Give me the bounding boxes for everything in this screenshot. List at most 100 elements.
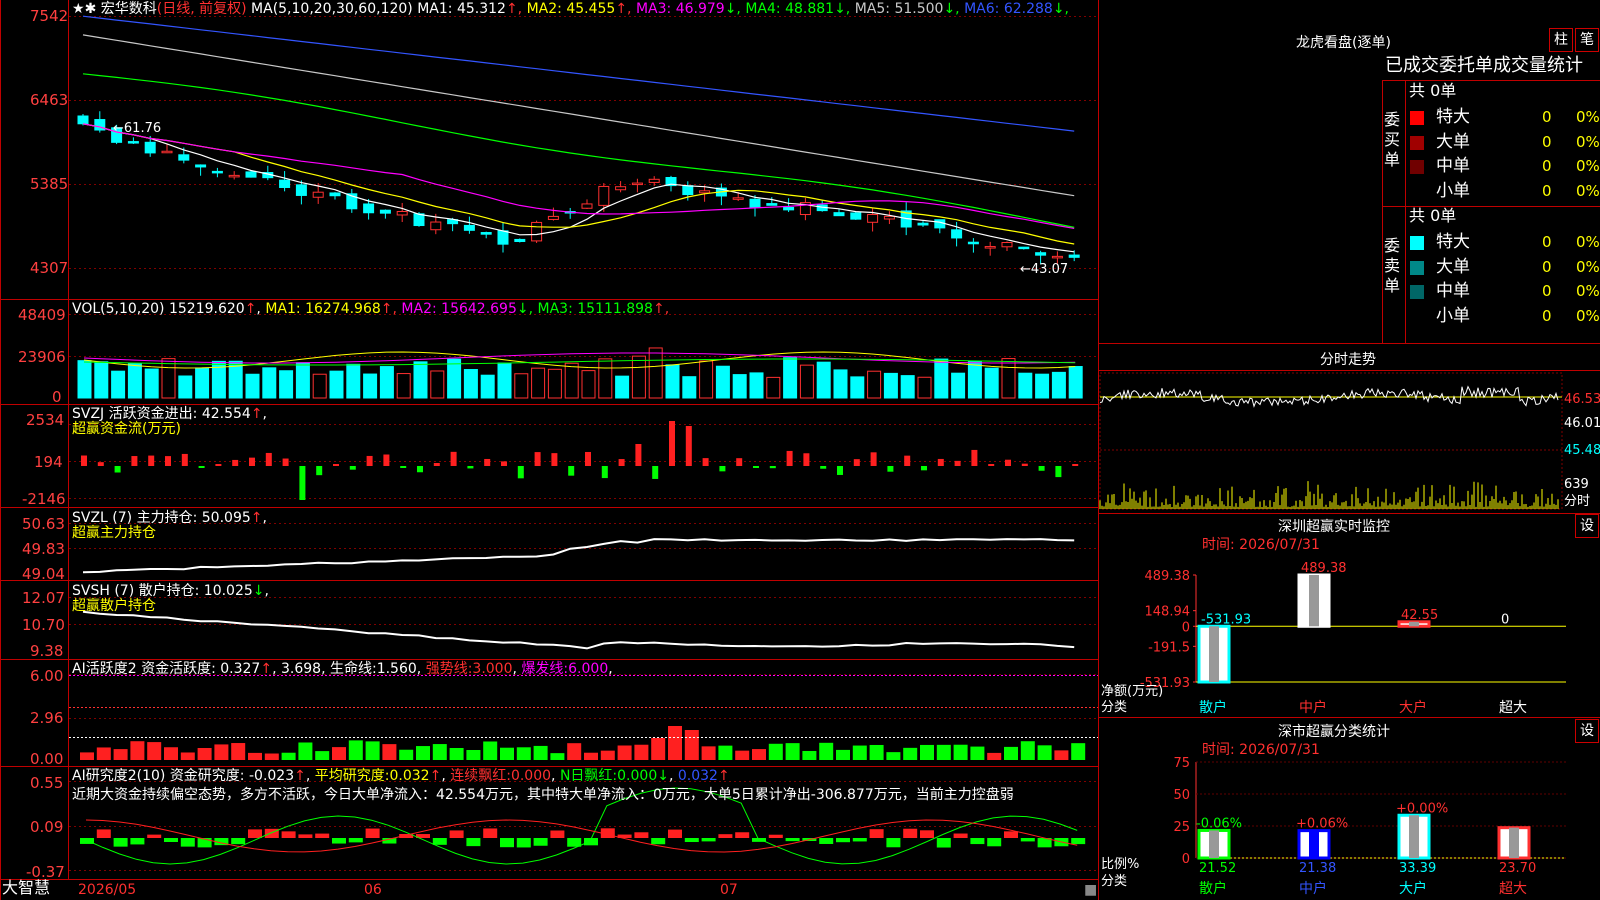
ai1-bar [432, 744, 447, 760]
buy-row-pct-1: 0% [1576, 108, 1600, 126]
ai1-bar [416, 746, 430, 760]
intraday-axis-1: 46.53 [1564, 392, 1600, 407]
vol-value: 15219.620 [168, 301, 245, 317]
svzj-bar [618, 459, 625, 466]
volume-bar [161, 358, 176, 399]
svsh-sub: 超赢散户持仓 [72, 598, 156, 614]
svzj-axis-1: 2534 [26, 411, 65, 429]
sell-row-name-1: 特大 [1436, 232, 1470, 252]
ai1-bar [96, 747, 111, 760]
buy-row-name-4: 小单 [1436, 180, 1470, 201]
price-grid [69, 16, 1098, 871]
intraday-vol-value: 639 [1564, 477, 1589, 492]
candle-body [682, 185, 694, 196]
classify-category-label: 散户 [1199, 880, 1227, 897]
monitor-category-label: 中户 [1299, 699, 1327, 716]
candle-body [1001, 242, 1013, 248]
svzj-bar [937, 458, 944, 466]
pin-icon[interactable]: ✱ [85, 1, 97, 17]
volume-bar [917, 376, 932, 399]
ai2-comment: 近期大资金持续偏空态势，多方不活跃，今日大单净流入：42.554万元，其中特大单… [72, 787, 1014, 803]
svzl-value: 50.095 [201, 510, 251, 526]
buy-row-count-1: 0 [1542, 108, 1552, 126]
svzj-bar [467, 466, 474, 469]
app-logo[interactable]: 大智慧 [2, 880, 50, 896]
svzj-bar [820, 466, 827, 469]
sell-row-name-3: 中单 [1436, 281, 1470, 301]
buy-total: 共 0单 [1409, 81, 1457, 100]
volume-bar [178, 375, 193, 399]
sell-row-count-2: 0 [1542, 257, 1552, 276]
high-mark-label: ←61.76 [113, 121, 162, 136]
candle-body [783, 206, 795, 211]
svzl-axis-3: 49.04 [22, 565, 65, 583]
volume-bar [665, 364, 680, 399]
ai1-bar [1020, 741, 1035, 760]
ma-value-5: 51.500 [894, 1, 944, 17]
buy-row-count-2: 0 [1542, 132, 1552, 151]
volume-bar [816, 361, 831, 399]
svzj-bar [736, 458, 743, 466]
svzj-axis-3: -2146 [22, 490, 66, 508]
ai2-header: AI研究度2(10) 资金研究度: -0.023↑, 平均研究度:0.032↑,… [72, 768, 730, 784]
svzj-bar [299, 466, 306, 500]
candle-body [480, 232, 492, 235]
volume-bar [799, 364, 814, 399]
ai2-value: -0.023 [248, 768, 295, 784]
vol-label: VOL(5,10,20) [72, 301, 165, 317]
ma5-line [82, 34, 1075, 197]
volume-bar [195, 367, 210, 399]
ai1-bar [1037, 745, 1052, 760]
ma6-line [82, 15, 1075, 132]
vol-ma-label-3: MA3: [537, 301, 578, 317]
svsh-arrow: ↓ [252, 583, 265, 599]
volume-bar [631, 355, 646, 399]
vol-ma-value-2: 15642.695 [441, 301, 517, 317]
svzj-axis-2: 194 [34, 453, 63, 471]
classify-value-label: 33.39 [1399, 861, 1436, 876]
volume-bar [1068, 366, 1083, 399]
candle-body [850, 212, 862, 220]
ai2-bar [533, 838, 548, 846]
candle-body [867, 214, 879, 223]
ai2-nday: N日飘红: [559, 768, 618, 784]
svsh-line [82, 610, 1075, 650]
svzj-bar [954, 460, 961, 466]
svzj-bar [1072, 464, 1079, 466]
ai1-bar [231, 743, 246, 760]
ai1-strong: 强势线: [425, 661, 473, 677]
ai1-bar [869, 744, 884, 760]
buy-row-name-1: 特大 [1436, 107, 1470, 127]
ai2-bar [113, 838, 128, 847]
svzj-bars [81, 421, 1079, 500]
svzj-bar [534, 452, 541, 466]
sell-row-swatch-2 [1410, 260, 1424, 275]
chart-mode[interactable]: (日线, 前复权) [157, 1, 247, 17]
monitor-settings-button[interactable]: 设 [1575, 514, 1599, 538]
ai2-bar [1071, 838, 1086, 845]
star-icon[interactable]: ★ [72, 1, 85, 17]
ai1-bar [164, 747, 178, 760]
svzj-bar [349, 466, 356, 470]
volume-bar [715, 365, 730, 399]
stock-name[interactable]: 宏华数科 [101, 1, 157, 17]
ai1-bar [802, 750, 817, 760]
ai1-axis-1: 6.00 [30, 667, 64, 685]
classify-settings-button[interactable]: 设 [1575, 719, 1599, 743]
svzl-axis-1: 50.63 [22, 515, 65, 533]
ai2-axis-2: 0.09 [30, 818, 64, 836]
bar-mode-button[interactable]: 柱 [1549, 28, 1573, 52]
volume-bars [77, 347, 1083, 399]
candle-body [127, 141, 139, 144]
ai2-avg-arrow: ↑ [429, 768, 442, 784]
svsh-axis-1: 12.07 [22, 589, 65, 607]
candle-body [379, 209, 391, 214]
lock-icon[interactable]: ■ [1084, 882, 1097, 898]
svzj-header: SVZJ 活跃资金进出: 42.554↑, [72, 406, 267, 422]
candle-body [245, 171, 257, 178]
tick-mode-button[interactable]: 笔 [1575, 28, 1599, 52]
svzl-name: 主力持仓: [136, 510, 198, 526]
svzj-bar [1038, 466, 1045, 471]
ai1-bar [953, 744, 968, 760]
ai1-v2: 3.698 [280, 661, 322, 677]
